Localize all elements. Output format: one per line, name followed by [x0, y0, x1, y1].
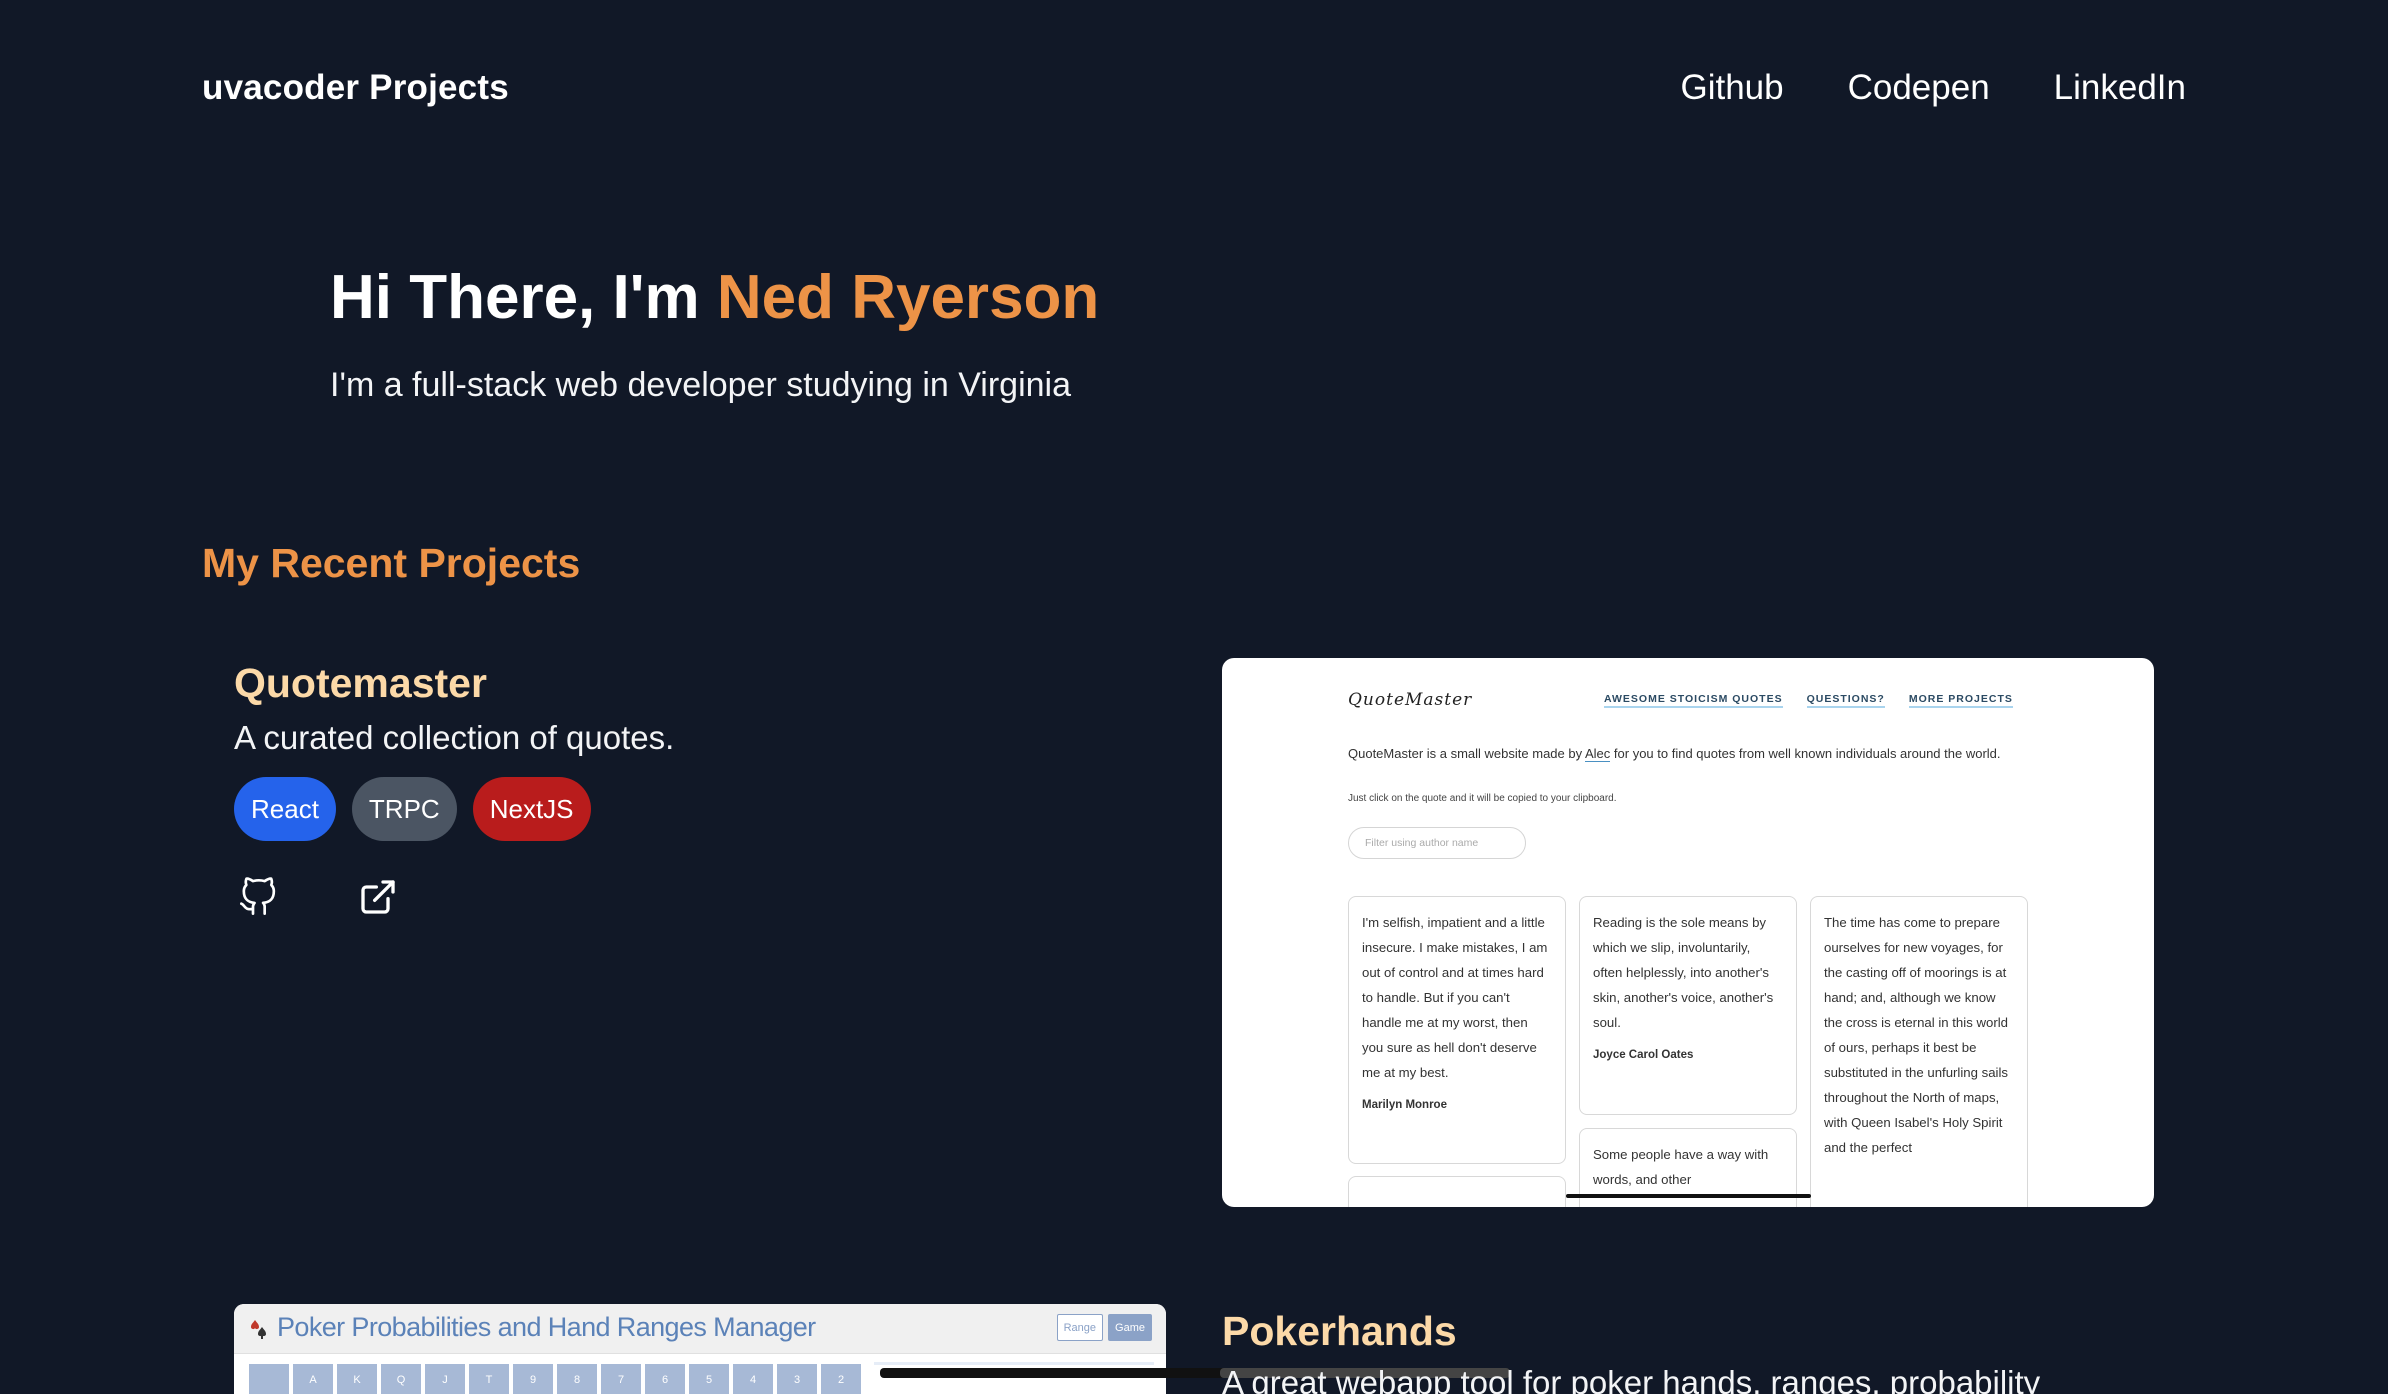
tag-trpc: TRPC: [351, 777, 457, 841]
quote-card: Reading is the sole means by which we sl…: [1579, 896, 1797, 1115]
qm-scrollbar[interactable]: [1566, 1194, 1811, 1198]
pk-rank-cell[interactable]: [249, 1364, 289, 1394]
hero-greeting: Hi There, I'm: [330, 263, 700, 332]
nav-link-github[interactable]: Github: [1680, 68, 1783, 108]
brand-title[interactable]: uvacoder Projects: [202, 68, 509, 108]
nav-links: Github Codepen LinkedIn: [1680, 68, 2186, 108]
nav-link-linkedin[interactable]: LinkedIn: [2054, 68, 2186, 108]
project-title-pokerhands: Pokerhands: [1222, 1308, 1457, 1354]
project-description: A curated collection of quotes.: [234, 719, 675, 756]
pk-rank-cell[interactable]: T: [469, 1364, 509, 1394]
quote-text: The time has come to prepare ourselves f…: [1824, 915, 2009, 1155]
qm-intro-link: Alec: [1585, 746, 1611, 762]
project-description: A great webapp tool for poker hands, ran…: [1222, 1364, 2041, 1394]
section-title: My Recent Projects: [202, 540, 581, 586]
qm-nav-stoicism: AWESOME STOICISM QUOTES: [1604, 693, 1783, 708]
hero-name: Ned Ryerson: [716, 263, 1100, 332]
pk-mode-buttons: Range Game: [1056, 1314, 1152, 1341]
external-link-icon[interactable]: [356, 875, 400, 919]
cards-icon: [251, 1320, 266, 1339]
qm-intro-text-end: for you to find quotes from well known i…: [1610, 746, 2001, 761]
tag-react: React: [234, 777, 336, 841]
quote-text: Reading is the sole means by which we sl…: [1593, 915, 1774, 1030]
quote-author: Joyce Carol Oates: [1593, 1049, 1694, 1061]
pk-rank-grid: A K Q J T 9 8 7 6 5 4 3 2: [249, 1364, 861, 1394]
qm-filter-input: Filter using author name: [1348, 827, 1526, 859]
qm-intro-text: QuoteMaster is a small website made by: [1348, 746, 1585, 761]
pk-rank-cell[interactable]: 2: [821, 1364, 861, 1394]
pk-rank-cell[interactable]: 4: [733, 1364, 773, 1394]
hero-subtitle: I'm a full-stack web developer studying …: [330, 366, 1072, 404]
quote-text: I'm selfish, impatient and a little inse…: [1362, 915, 1548, 1080]
qm-intro: QuoteMaster is a small website made by A…: [1348, 742, 2028, 765]
pokerhands-screenshot[interactable]: Poker Probabilities and Hand Ranges Mana…: [234, 1304, 1166, 1394]
quote-author: Marilyn Monroe: [1362, 1099, 1447, 1111]
pk-range-button[interactable]: Range: [1056, 1314, 1104, 1341]
quote-text: Some people have a way with words, and o…: [1593, 1147, 1769, 1187]
github-icon[interactable]: [236, 875, 280, 919]
pk-rank-cell[interactable]: J: [425, 1364, 465, 1394]
pk-rank-cell[interactable]: 8: [557, 1364, 597, 1394]
quotemaster-screenshot[interactable]: QuoteMaster AWESOME STOICISM QUOTES QUES…: [1222, 658, 2154, 1207]
project-links: [236, 875, 400, 919]
top-nav: uvacoder Projects Github Codepen LinkedI…: [0, 0, 2388, 180]
pk-rank-cell[interactable]: 9: [513, 1364, 553, 1394]
nav-link-codepen[interactable]: Codepen: [1848, 68, 1990, 108]
tag-nextjs: NextJS: [472, 777, 591, 841]
qm-nav-more: MORE PROJECTS: [1908, 693, 2013, 708]
project-title-quotemaster: Quotemaster: [234, 660, 487, 706]
pk-rank-cell[interactable]: A: [293, 1364, 333, 1394]
pk-title: Poker Probabilities and Hand Ranges Mana…: [277, 1312, 816, 1342]
pk-rank-cell[interactable]: Q: [381, 1364, 421, 1394]
qm-nav-questions: QUESTIONS?: [1806, 693, 1885, 708]
qm-hint: Just click on the quote and it will be c…: [1348, 793, 1617, 804]
quote-card: I'm selfish, impatient and a little inse…: [1348, 896, 1566, 1164]
pk-rank-cell[interactable]: 3: [777, 1364, 817, 1394]
pk-rank-cell[interactable]: K: [337, 1364, 377, 1394]
pk-rank-cell[interactable]: 5: [689, 1364, 729, 1394]
pk-side-panel: [874, 1362, 1154, 1394]
quote-card: [1348, 1176, 1566, 1207]
quotemaster-logo: QuoteMaster: [1348, 690, 1473, 710]
pk-rank-cell[interactable]: 7: [601, 1364, 641, 1394]
tech-tags: React TRPC NextJS: [234, 777, 591, 841]
quotemaster-nav: AWESOME STOICISM QUOTES QUESTIONS? MORE …: [1604, 693, 2013, 708]
pk-rank-cell[interactable]: 6: [645, 1364, 685, 1394]
pk-header: Poker Probabilities and Hand Ranges Mana…: [234, 1304, 1166, 1354]
quote-card: The time has come to prepare ourselves f…: [1810, 896, 2028, 1207]
pk-game-button[interactable]: Game: [1108, 1314, 1152, 1341]
hero-title: Hi There, I'm Ned Ryerson: [330, 262, 1099, 333]
